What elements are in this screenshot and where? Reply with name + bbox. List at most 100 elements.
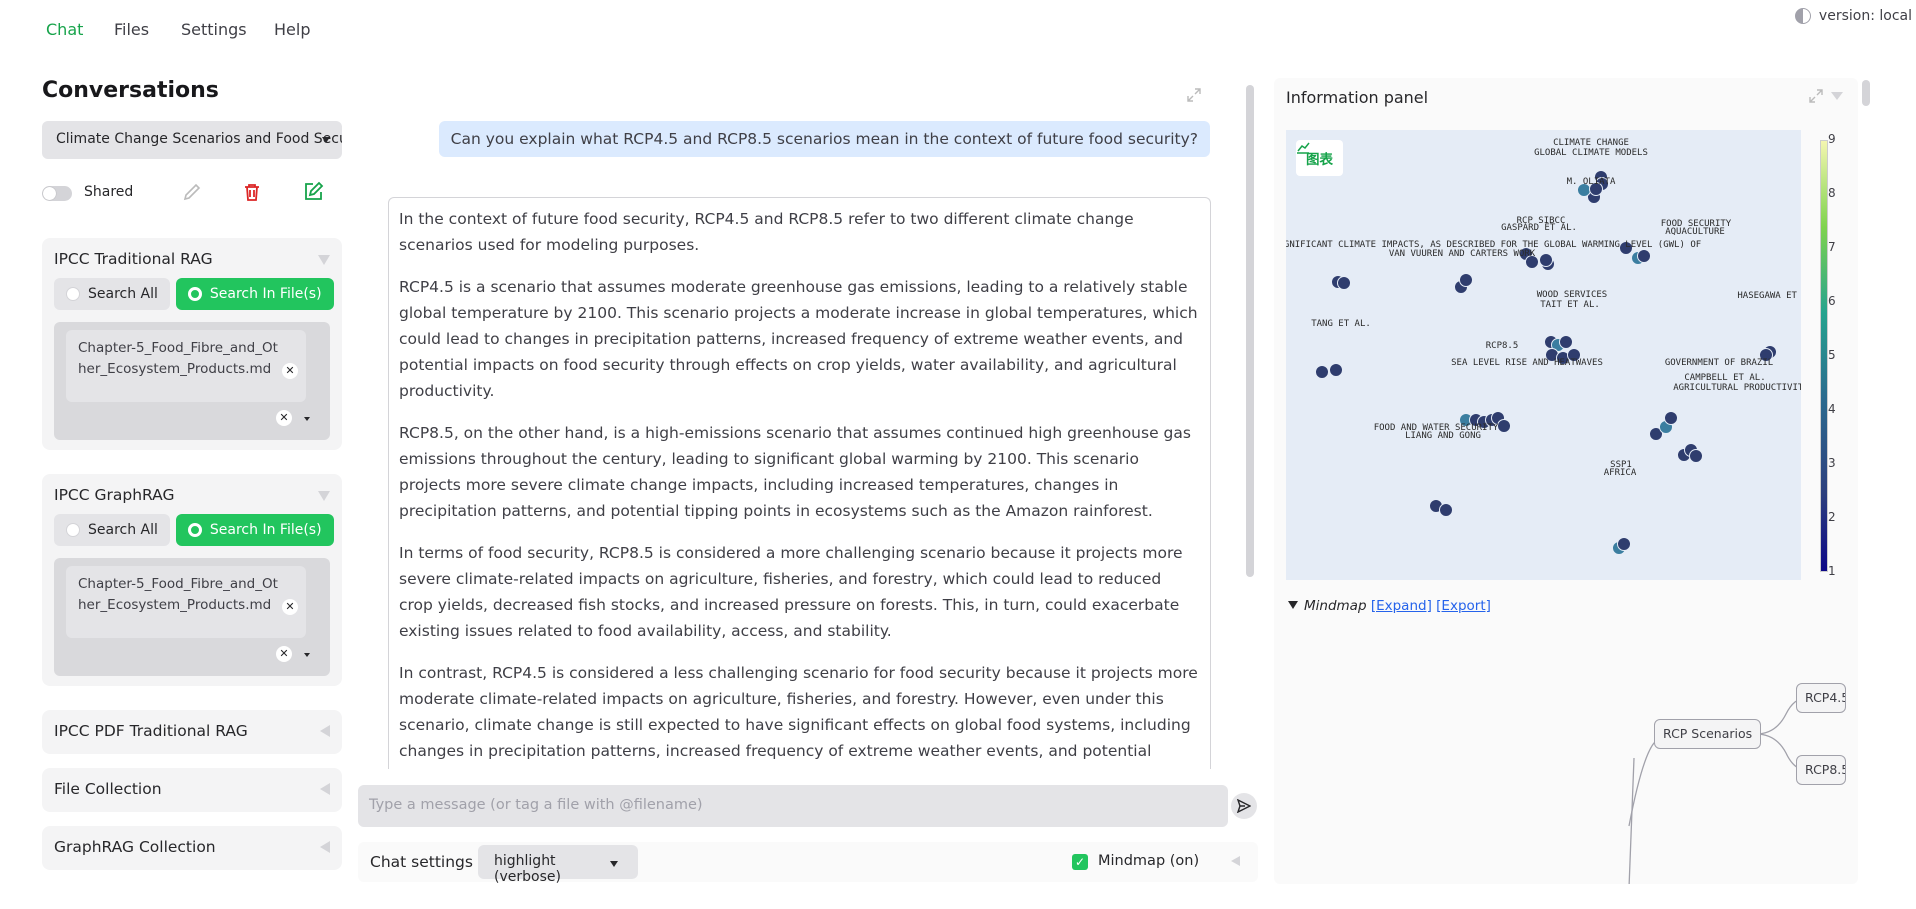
user-message: Can you explain what RCP4.5 and RCP8.5 s… bbox=[438, 121, 1210, 157]
panel-title: IPCC Traditional RAG bbox=[54, 250, 213, 268]
page-scrollbar[interactable] bbox=[1862, 80, 1870, 106]
info-panel-title: Information panel bbox=[1286, 88, 1429, 107]
radio-search-all[interactable]: Search All bbox=[54, 514, 170, 546]
collapse-icon[interactable] bbox=[318, 491, 330, 501]
graph-node-point[interactable] bbox=[1559, 335, 1573, 349]
mindmap-checkbox[interactable]: ✓ bbox=[1072, 854, 1088, 870]
mindmap-node-rcp85[interactable]: RCP8.5 bbox=[1796, 755, 1846, 785]
tab-files[interactable]: Files bbox=[114, 20, 149, 39]
shared-row: Shared bbox=[42, 178, 342, 208]
information-panel: Information panel CLIMATE CHANGE GLOBAL C… bbox=[1274, 78, 1858, 884]
chat-scrollbar[interactable] bbox=[1246, 85, 1254, 577]
fullscreen-icon[interactable] bbox=[1186, 87, 1202, 103]
tab-chat[interactable]: Chat bbox=[46, 20, 83, 39]
chart-button-label: 图表 bbox=[1306, 152, 1333, 168]
panel-title: GraphRAG Collection bbox=[54, 838, 216, 856]
graph-node-label: VAN VUUREN AND CARTERS WORK bbox=[1389, 249, 1536, 259]
chevron-down-icon bbox=[322, 137, 330, 143]
conversation-select[interactable]: Climate Change Scenarios and Food Secu bbox=[42, 121, 342, 159]
chat-settings-bar: Chat settings highlight (verbose) ✓ Mind… bbox=[358, 842, 1258, 885]
shared-toggle[interactable] bbox=[42, 186, 72, 201]
panel-ipcc-pdf-traditional-rag[interactable]: IPCC PDF Traditional RAG bbox=[42, 710, 342, 754]
graph-node-point[interactable] bbox=[1459, 273, 1473, 287]
version-label: version: local bbox=[1818, 8, 1912, 24]
expand-icon[interactable] bbox=[320, 841, 330, 853]
version-area: version: local bbox=[1794, 8, 1912, 24]
new-conversation-icon[interactable] bbox=[301, 180, 325, 204]
mindmap-node-rcp45[interactable]: RCP4.5 bbox=[1796, 683, 1846, 713]
rename-icon[interactable] bbox=[180, 180, 204, 204]
graph-node-label: GASPARD ET AL. bbox=[1501, 223, 1577, 233]
send-button[interactable] bbox=[1231, 793, 1257, 819]
collapse-icon[interactable] bbox=[318, 255, 330, 265]
message-input[interactable]: Type a message (or tag a file with @file… bbox=[358, 785, 1228, 827]
reasoning-mode-value: highlight (verbose) bbox=[494, 853, 561, 885]
radio-label: Search In File(s) bbox=[209, 286, 322, 302]
fullscreen-icon[interactable] bbox=[1808, 88, 1824, 104]
graph-node-label: HASEGAWA ET AL. bbox=[1737, 291, 1801, 301]
collapse-icon[interactable] bbox=[1830, 88, 1844, 104]
chart-toggle-button[interactable]: 图表 bbox=[1296, 140, 1343, 176]
panel-file-collection[interactable]: File Collection bbox=[42, 768, 342, 812]
graph-node-point[interactable] bbox=[1315, 365, 1329, 379]
graph-node-label: GOVERNMENT OF BRAZIL bbox=[1665, 358, 1773, 368]
panel-graphrag-collection[interactable]: GraphRAG Collection bbox=[42, 826, 342, 870]
colorbar-tick: 9 bbox=[1828, 132, 1836, 146]
scatter-svg: CLIMATE CHANGEGLOBAL CLIMATE MODELS M. OL… bbox=[1286, 138, 1801, 555]
remove-file-icon[interactable]: ✕ bbox=[282, 363, 298, 379]
graph-node-point[interactable] bbox=[1329, 363, 1343, 377]
expand-icon[interactable] bbox=[320, 725, 330, 737]
graph-node-point[interactable] bbox=[1664, 411, 1678, 425]
clear-selection-icon[interactable]: ✕ bbox=[276, 410, 292, 426]
graph-node-point[interactable] bbox=[1637, 249, 1651, 263]
file-selector[interactable]: Chapter-5_Food_Fibre_and_Other_Ecosystem… bbox=[54, 558, 330, 676]
colorbar-tick: 1 bbox=[1828, 564, 1836, 578]
mindmap-edges bbox=[1628, 697, 1807, 884]
shared-label: Shared bbox=[84, 184, 134, 200]
graph-node-point[interactable] bbox=[1689, 449, 1703, 463]
file-selector[interactable]: Chapter-5_Food_Fibre_and_Other_Ecosystem… bbox=[54, 322, 330, 440]
graph-node-point[interactable] bbox=[1617, 537, 1631, 551]
radio-dot-icon bbox=[187, 523, 202, 537]
radio-search-in-files[interactable]: Search In File(s) bbox=[175, 514, 334, 546]
colorbar-tick: 7 bbox=[1828, 240, 1836, 254]
remove-file-icon[interactable]: ✕ bbox=[282, 599, 298, 615]
mindmap-expand-link[interactable]: [Expand] bbox=[1371, 598, 1432, 614]
delete-icon[interactable] bbox=[240, 180, 264, 204]
graph-node-point[interactable] bbox=[1439, 503, 1453, 517]
file-chip-label: Chapter-5_Food_Fibre_and_Other_Ecosystem… bbox=[78, 576, 278, 613]
mindmap-export-link[interactable]: [Export] bbox=[1436, 598, 1491, 614]
colorbar bbox=[1820, 140, 1828, 572]
dropdown-arrow-icon[interactable] bbox=[304, 653, 310, 657]
tab-settings[interactable]: Settings bbox=[181, 20, 247, 39]
radio-search-in-files[interactable]: Search In File(s) bbox=[175, 278, 334, 310]
knowledge-graph-plot[interactable]: CLIMATE CHANGE GLOBAL CLIMATE MODELS M. OL… bbox=[1286, 130, 1801, 580]
mindmap-canvas[interactable]: RCP Scenarios RCP4.5 RCP8.5 bbox=[1274, 638, 1858, 884]
graph-node-label: TANG ET AL. bbox=[1311, 319, 1371, 329]
radio-label: Search All bbox=[88, 286, 158, 302]
expand-settings-icon[interactable] bbox=[1231, 856, 1240, 866]
radio-search-all[interactable]: Search All bbox=[54, 278, 170, 310]
radio-label: Search In File(s) bbox=[209, 522, 322, 538]
expand-icon[interactable] bbox=[320, 783, 330, 795]
radio-dot-icon bbox=[187, 287, 202, 301]
clear-selection-icon[interactable]: ✕ bbox=[276, 646, 292, 662]
reasoning-mode-select[interactable]: highlight (verbose) bbox=[478, 845, 638, 885]
graph-node-label: LIANG AND GONG bbox=[1405, 431, 1481, 441]
panel-title: File Collection bbox=[54, 780, 162, 798]
graph-node-label: RCP8.5 bbox=[1486, 341, 1519, 351]
theme-toggle-icon[interactable] bbox=[1794, 8, 1811, 24]
graph-node-label: TAIT ET AL. bbox=[1540, 300, 1600, 310]
dropdown-arrow-icon[interactable] bbox=[304, 417, 310, 421]
answer-paragraph: In terms of food security, RCP8.5 is con… bbox=[399, 544, 1183, 640]
mindmap-node-root[interactable]: RCP Scenarios bbox=[1654, 719, 1762, 749]
assistant-message: In the context of future food security, … bbox=[388, 197, 1211, 769]
send-icon bbox=[1237, 799, 1251, 813]
tab-help[interactable]: Help bbox=[274, 20, 310, 39]
graph-node-point[interactable] bbox=[1337, 276, 1351, 290]
graph-node-point[interactable] bbox=[1497, 419, 1511, 433]
answer-paragraph: RCP8.5, on the other hand, is a high-emi… bbox=[399, 424, 1191, 520]
conversations-title: Conversations bbox=[42, 78, 219, 103]
graph-node-point[interactable] bbox=[1539, 253, 1553, 267]
disclosure-triangle-icon[interactable] bbox=[1288, 601, 1298, 609]
